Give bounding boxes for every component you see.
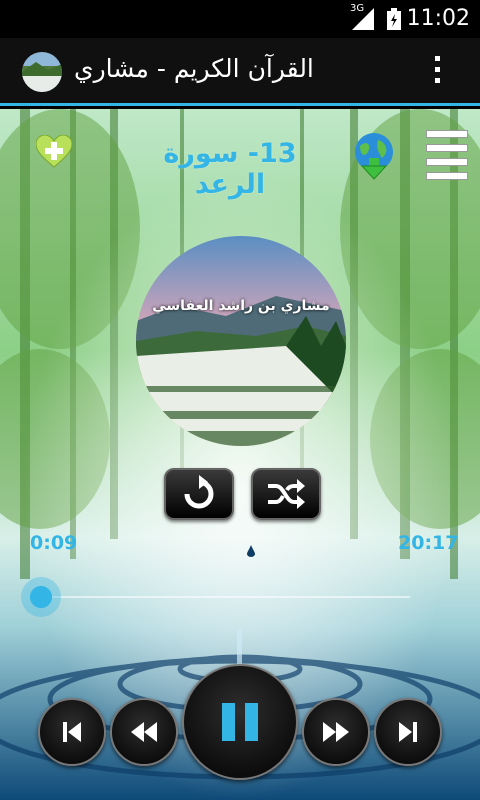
action-bar: القرآن الكريم - مشاري xyxy=(0,38,480,106)
signal-icon xyxy=(352,8,374,30)
album-artwork: مشاري بن راشد العفاسي xyxy=(136,236,346,446)
status-bar: 3G 11:02 xyxy=(0,0,480,38)
repeat-icon xyxy=(184,475,214,509)
surah-title: 13- سورة الرعد xyxy=(163,138,297,200)
seek-thumb[interactable] xyxy=(20,577,61,617)
action-bar-divider xyxy=(0,103,480,106)
app-icon[interactable] xyxy=(22,52,62,92)
status-time: 11:02 xyxy=(406,6,470,31)
skip-next-icon xyxy=(399,722,417,742)
fast-forward-button[interactable] xyxy=(302,698,370,766)
heart-plus-icon[interactable] xyxy=(36,135,72,169)
list-menu-icon[interactable] xyxy=(426,130,468,180)
skip-previous-icon xyxy=(63,722,81,742)
overflow-menu-icon[interactable] xyxy=(428,56,446,90)
battery-icon xyxy=(387,8,401,30)
repeat-button[interactable] xyxy=(164,468,234,520)
seek-track xyxy=(38,596,410,598)
rewind-button[interactable] xyxy=(110,698,178,766)
shuffle-button[interactable] xyxy=(251,468,321,520)
pause-button[interactable] xyxy=(182,664,298,780)
fast-forward-icon xyxy=(323,722,349,742)
total-duration: 20:17 xyxy=(398,532,459,554)
skip-next-button[interactable] xyxy=(374,698,442,766)
skip-previous-button[interactable] xyxy=(38,698,106,766)
pause-icon xyxy=(222,703,258,741)
reciter-name: مشاري بن راشد العفاسي xyxy=(152,298,330,314)
elapsed-time: 0:09 xyxy=(30,532,78,554)
app-title: القرآن الكريم - مشاري xyxy=(74,54,314,83)
rewind-icon xyxy=(131,722,157,742)
globe-download-icon[interactable] xyxy=(352,132,396,180)
shuffle-icon xyxy=(268,479,305,509)
drop-icon xyxy=(247,545,255,557)
seek-bar[interactable] xyxy=(20,575,410,619)
